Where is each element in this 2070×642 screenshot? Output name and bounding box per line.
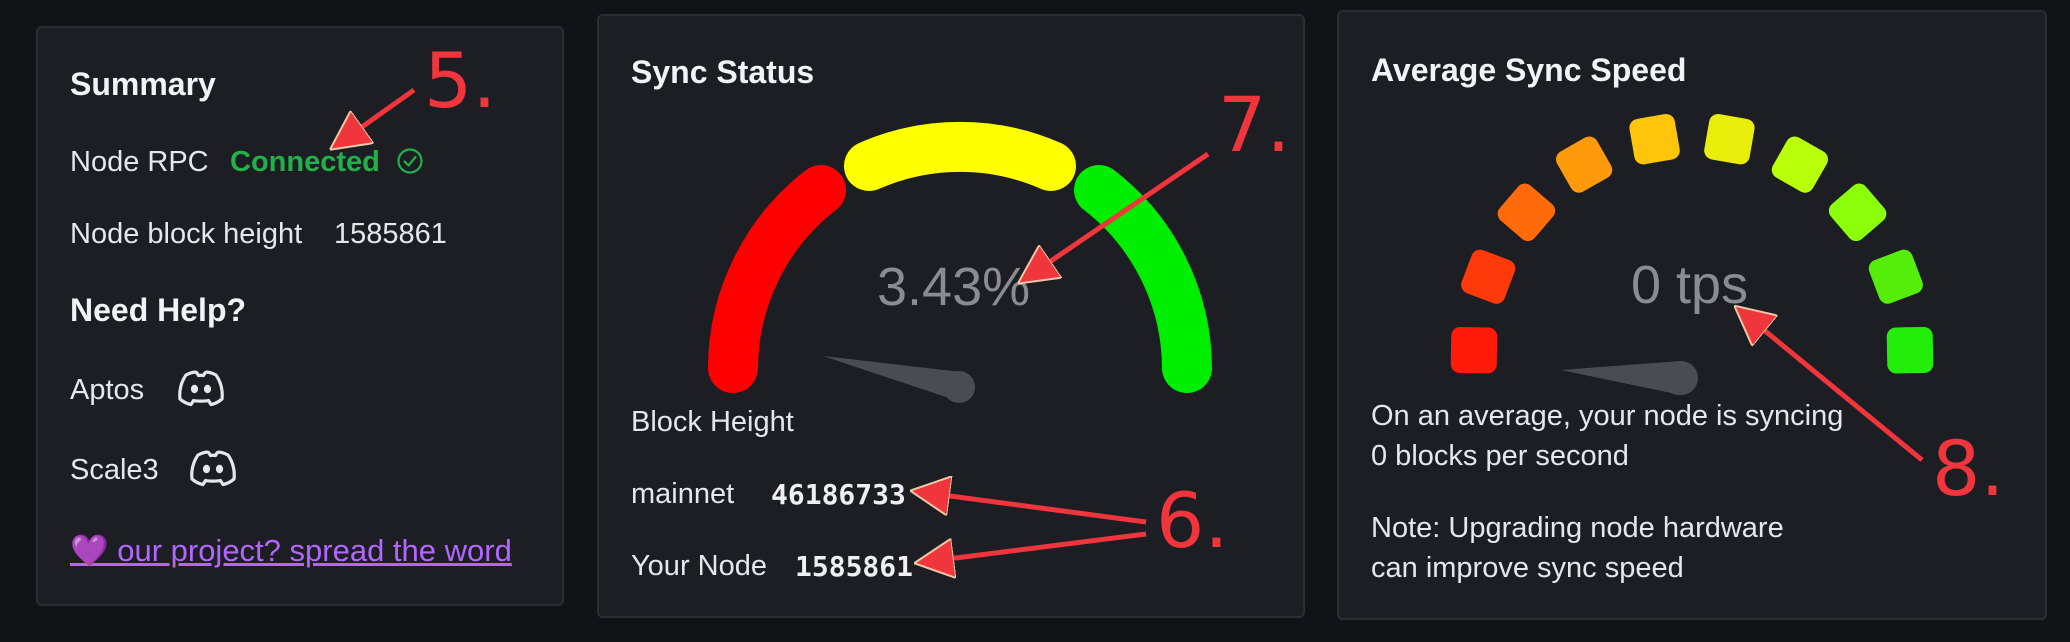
gauge-segment-5 xyxy=(1629,114,1680,165)
discord-icon[interactable] xyxy=(176,368,226,408)
gauge-needle-hub xyxy=(1662,361,1696,395)
gauge-segment-1 xyxy=(1450,326,1498,374)
speed-note-line2: can improve sync speed xyxy=(1371,552,1684,584)
avg-sync-speed-card: Average Sync Speed 0 tps On an average, … xyxy=(1337,10,2047,620)
gauge-needle-hub xyxy=(943,371,975,403)
speed-note-line1: Note: Upgrading node hardware xyxy=(1371,512,1784,544)
node-rpc-label: Node RPC xyxy=(70,146,209,178)
help-item-aptos-label: Aptos xyxy=(70,374,145,406)
gauge-segment-4 xyxy=(1556,136,1613,193)
mainnet-label: mainnet xyxy=(631,478,735,510)
gauge-segment-3 xyxy=(1497,183,1556,242)
annotation-5: 5. xyxy=(424,36,497,125)
gauge-segment-6 xyxy=(1704,114,1755,165)
annotation-7: 7. xyxy=(1218,80,1291,169)
annotation-8: 8. xyxy=(1932,424,2005,513)
check-circle-icon xyxy=(397,148,423,174)
gauge-needle xyxy=(823,356,961,402)
speed-description-line2: 0 blocks per second xyxy=(1371,440,1629,472)
discord-icon[interactable] xyxy=(188,448,238,488)
annotation-6: 6. xyxy=(1156,476,1229,565)
gauge-segment-2 xyxy=(1461,249,1516,304)
mainnet-height-value: 46186733 xyxy=(771,478,906,511)
gauge-segment-10 xyxy=(1886,326,1934,374)
node-rpc-status: Connected xyxy=(230,146,380,178)
gauge-segment-9 xyxy=(1868,249,1923,304)
gauge-segment-7 xyxy=(1771,136,1828,193)
gauge-segment-green xyxy=(1074,165,1212,393)
gauge-segment-yellow xyxy=(844,121,1076,191)
your-node-height-value: 1585861 xyxy=(795,550,914,583)
spread-the-word-link[interactable]: 💜 our project? spread the word xyxy=(70,532,512,569)
your-node-label: Your Node xyxy=(631,550,767,582)
block-height-value: 1585861 xyxy=(334,218,447,250)
need-help-title: Need Help? xyxy=(70,292,247,328)
speed-description-line1: On an average, your node is syncing xyxy=(1371,400,1844,432)
gauge-segment-red xyxy=(708,165,846,393)
summary-title: Summary xyxy=(70,66,216,102)
block-height-label: Node block height xyxy=(70,218,303,250)
speed-gauge-value: 0 tps xyxy=(1631,255,1749,315)
block-height-heading: Block Height xyxy=(631,406,794,438)
gauge-segment-8 xyxy=(1828,183,1887,242)
sync-gauge-value: 3.43% xyxy=(877,257,1031,317)
help-item-scale3-label: Scale3 xyxy=(70,454,159,486)
